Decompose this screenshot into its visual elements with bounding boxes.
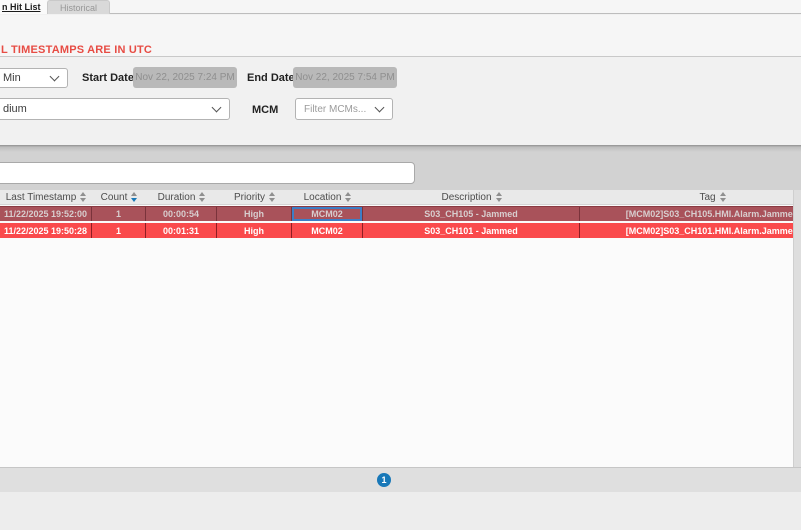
interval-select-value: Min xyxy=(3,72,21,84)
start-date-button[interactable]: Nov 22, 2025 7:24 PM xyxy=(133,67,237,88)
col-header-duration[interactable]: Duration xyxy=(146,190,217,204)
cell-count[interactable]: 1 xyxy=(92,207,146,221)
tab-bar: n Hit List Historical xyxy=(0,0,801,14)
notice-section: L TIMESTAMPS ARE IN UTC xyxy=(0,15,801,56)
sort-carets-icon xyxy=(269,192,275,202)
cell-tag[interactable]: [MCM02]S03_CH101.HMI.Alarm.Jammed xyxy=(580,223,793,238)
table-right-gutter xyxy=(793,190,801,467)
sort-carets-icon xyxy=(496,192,502,202)
table-row[interactable]: 11/22/2025 19:50:28 1 00:01:31 High MCM0… xyxy=(0,223,793,238)
mcm-filter-placeholder: Filter MCMs... xyxy=(304,104,366,115)
pagination-bar: 1 xyxy=(0,467,801,492)
priority-select-value: dium xyxy=(3,103,27,115)
sort-carets-icon xyxy=(720,192,726,202)
footer-area xyxy=(0,492,801,530)
mcm-filter-select[interactable]: Filter MCMs... xyxy=(295,98,393,120)
page-1-button[interactable]: 1 xyxy=(377,473,391,487)
col-header-tag[interactable]: Tag xyxy=(580,190,793,204)
col-header-location[interactable]: Location xyxy=(292,190,363,204)
cell-last-timestamp[interactable]: 11/22/2025 19:50:28 xyxy=(0,223,92,238)
table-row[interactable]: 11/22/2025 19:52:00 1 00:00:54 High MCM0… xyxy=(0,206,793,221)
panel-edge-divider xyxy=(0,145,801,152)
chevron-down-icon xyxy=(213,104,220,111)
chevron-down-icon xyxy=(51,73,58,80)
col-header-priority[interactable]: Priority xyxy=(217,190,292,204)
cell-location[interactable]: MCM02 xyxy=(292,223,363,238)
end-date-button[interactable]: Nov 22, 2025 7:54 PM xyxy=(293,67,397,88)
col-header-description[interactable]: Description xyxy=(363,190,580,204)
cell-duration[interactable]: 00:01:31 xyxy=(146,223,217,238)
tab-historical-label: Historical xyxy=(60,3,97,13)
tab-alarm-hit-list[interactable]: n Hit List xyxy=(0,0,47,14)
cell-description[interactable]: S03_CH101 - Jammed xyxy=(363,223,580,238)
col-header-count[interactable]: Count xyxy=(92,190,146,204)
search-band xyxy=(0,152,801,190)
cell-last-timestamp[interactable]: 11/22/2025 19:52:00 xyxy=(0,207,92,221)
cell-priority[interactable]: High xyxy=(217,223,292,238)
sort-carets-icon xyxy=(80,192,86,202)
cell-duration[interactable]: 00:00:54 xyxy=(146,207,217,221)
cell-description[interactable]: S03_CH105 - Jammed xyxy=(363,207,580,221)
sort-carets-icon xyxy=(199,192,205,202)
start-date-label: Start Date xyxy=(82,72,134,84)
filter-panel: Min Start Date Nov 22, 2025 7:24 PM End … xyxy=(0,57,801,145)
mcm-label: MCM xyxy=(252,104,278,116)
table-header-row: Last Timestamp Count Duration Priority L… xyxy=(0,190,793,205)
cell-tag[interactable]: [MCM02]S03_CH105.HMI.Alarm.Jammed xyxy=(580,207,793,221)
alarm-hit-list-screen: n Hit List Historical L TIMESTAMPS ARE I… xyxy=(0,0,801,530)
alarm-table: Last Timestamp Count Duration Priority L… xyxy=(0,190,793,467)
priority-select[interactable]: dium xyxy=(0,98,230,120)
utc-notice: L TIMESTAMPS ARE IN UTC xyxy=(1,44,152,56)
search-input[interactable] xyxy=(0,162,415,184)
tab-historical[interactable]: Historical xyxy=(47,0,110,14)
tab-alarm-hit-list-label: n Hit List xyxy=(2,2,41,12)
col-header-last-timestamp[interactable]: Last Timestamp xyxy=(0,190,92,204)
cell-priority[interactable]: High xyxy=(217,207,292,221)
sort-carets-icon xyxy=(345,192,351,202)
cell-count[interactable]: 1 xyxy=(92,223,146,238)
cell-location[interactable]: MCM02 xyxy=(292,207,363,221)
sort-carets-icon xyxy=(131,192,137,202)
interval-select[interactable]: Min xyxy=(0,68,68,88)
end-date-label: End Date xyxy=(247,72,295,84)
chevron-down-icon xyxy=(376,104,383,111)
